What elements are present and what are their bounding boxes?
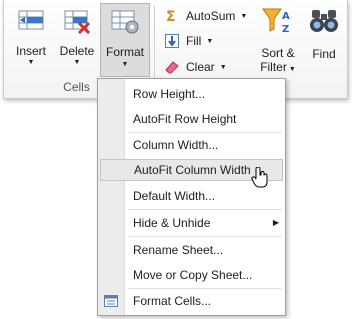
menu-item-label: Default Width... bbox=[133, 189, 216, 203]
eraser-icon bbox=[165, 61, 179, 74]
sort-filter-button[interactable]: A Z Sort & Filter ▼ bbox=[255, 4, 301, 74]
sort-filter-label-line1: Sort & bbox=[261, 46, 295, 60]
format-dropdown-menu: Row Height... AutoFit Row Height Column … bbox=[97, 78, 286, 316]
sort-filter-label: Sort & Filter ▼ bbox=[255, 46, 301, 77]
clear-label: Clear bbox=[186, 60, 215, 74]
find-label: Find bbox=[312, 47, 336, 61]
menu-separator bbox=[128, 288, 282, 289]
menu-item-label: Hide & Unhide bbox=[133, 216, 211, 230]
menu-item-label: Column Width... bbox=[133, 138, 219, 152]
menu-item-move-copy-sheet[interactable]: Move or Copy Sheet... bbox=[98, 264, 285, 286]
clear-dropdown-arrow: ▼ bbox=[219, 63, 227, 71]
menu-item-hide-unhide[interactable]: Hide & Unhide ▶ bbox=[98, 212, 285, 234]
insert-rows-icon bbox=[18, 10, 44, 30]
format-cells-icon bbox=[111, 10, 139, 34]
menu-item-autofit-row-height[interactable]: AutoFit Row Height bbox=[98, 108, 285, 130]
sort-filter-dropdown-arrow: ▼ bbox=[288, 66, 296, 73]
delete-button[interactable]: Delete ▼ bbox=[56, 4, 98, 74]
insert-button[interactable]: Insert ▼ bbox=[10, 4, 52, 74]
sigma-icon: Σ bbox=[166, 9, 176, 24]
autosum-dropdown-arrow: ▼ bbox=[240, 12, 248, 20]
menu-item-column-width[interactable]: Column Width... bbox=[98, 134, 285, 156]
find-button[interactable]: Find bbox=[304, 4, 344, 74]
format-cells-small-icon bbox=[104, 295, 118, 307]
menu-separator bbox=[128, 209, 282, 210]
format-button[interactable]: Format ▼ bbox=[100, 3, 150, 77]
insert-label: Insert bbox=[15, 44, 46, 58]
svg-text:A: A bbox=[282, 11, 290, 22]
menu-item-format-cells[interactable]: Format Cells... bbox=[98, 290, 285, 312]
binoculars-icon bbox=[310, 10, 338, 32]
insert-dropdown-arrow: ▼ bbox=[27, 59, 35, 66]
delete-dropdown-arrow: ▼ bbox=[73, 59, 81, 66]
menu-item-rename-sheet[interactable]: Rename Sheet... bbox=[98, 239, 285, 261]
format-label: Format bbox=[105, 45, 144, 59]
menu-item-label: Format Cells... bbox=[133, 294, 212, 308]
fill-dropdown-arrow: ▼ bbox=[206, 37, 214, 45]
menu-item-row-height[interactable]: Row Height... bbox=[98, 83, 285, 105]
menu-item-default-width[interactable]: Default Width... bbox=[98, 185, 285, 207]
format-dropdown-arrow: ▼ bbox=[121, 61, 129, 68]
fill-down-icon bbox=[165, 34, 179, 48]
menu-item-autofit-column-width[interactable]: AutoFit Column Width bbox=[100, 159, 283, 188]
svg-text:Σ: Σ bbox=[166, 9, 176, 24]
menu-item-label: AutoFit Column Width bbox=[134, 163, 251, 177]
sort-filter-icon: A Z bbox=[262, 8, 290, 35]
menu-item-label: Row Height... bbox=[133, 87, 206, 101]
menu-item-label: Move or Copy Sheet... bbox=[133, 268, 253, 282]
menu-item-label: AutoFit Row Height bbox=[133, 112, 237, 126]
menu-item-label: Rename Sheet... bbox=[133, 243, 224, 257]
svg-text:Z: Z bbox=[282, 24, 289, 35]
fill-label: Fill bbox=[186, 34, 202, 48]
submenu-arrow-icon: ▶ bbox=[272, 218, 279, 227]
menu-separator bbox=[128, 236, 282, 237]
sort-filter-label-line2: Filter bbox=[260, 60, 287, 74]
delete-rows-icon bbox=[64, 10, 90, 34]
menu-separator bbox=[128, 132, 282, 133]
autosum-label: AutoSum bbox=[186, 9, 236, 23]
delete-label: Delete bbox=[59, 44, 95, 58]
